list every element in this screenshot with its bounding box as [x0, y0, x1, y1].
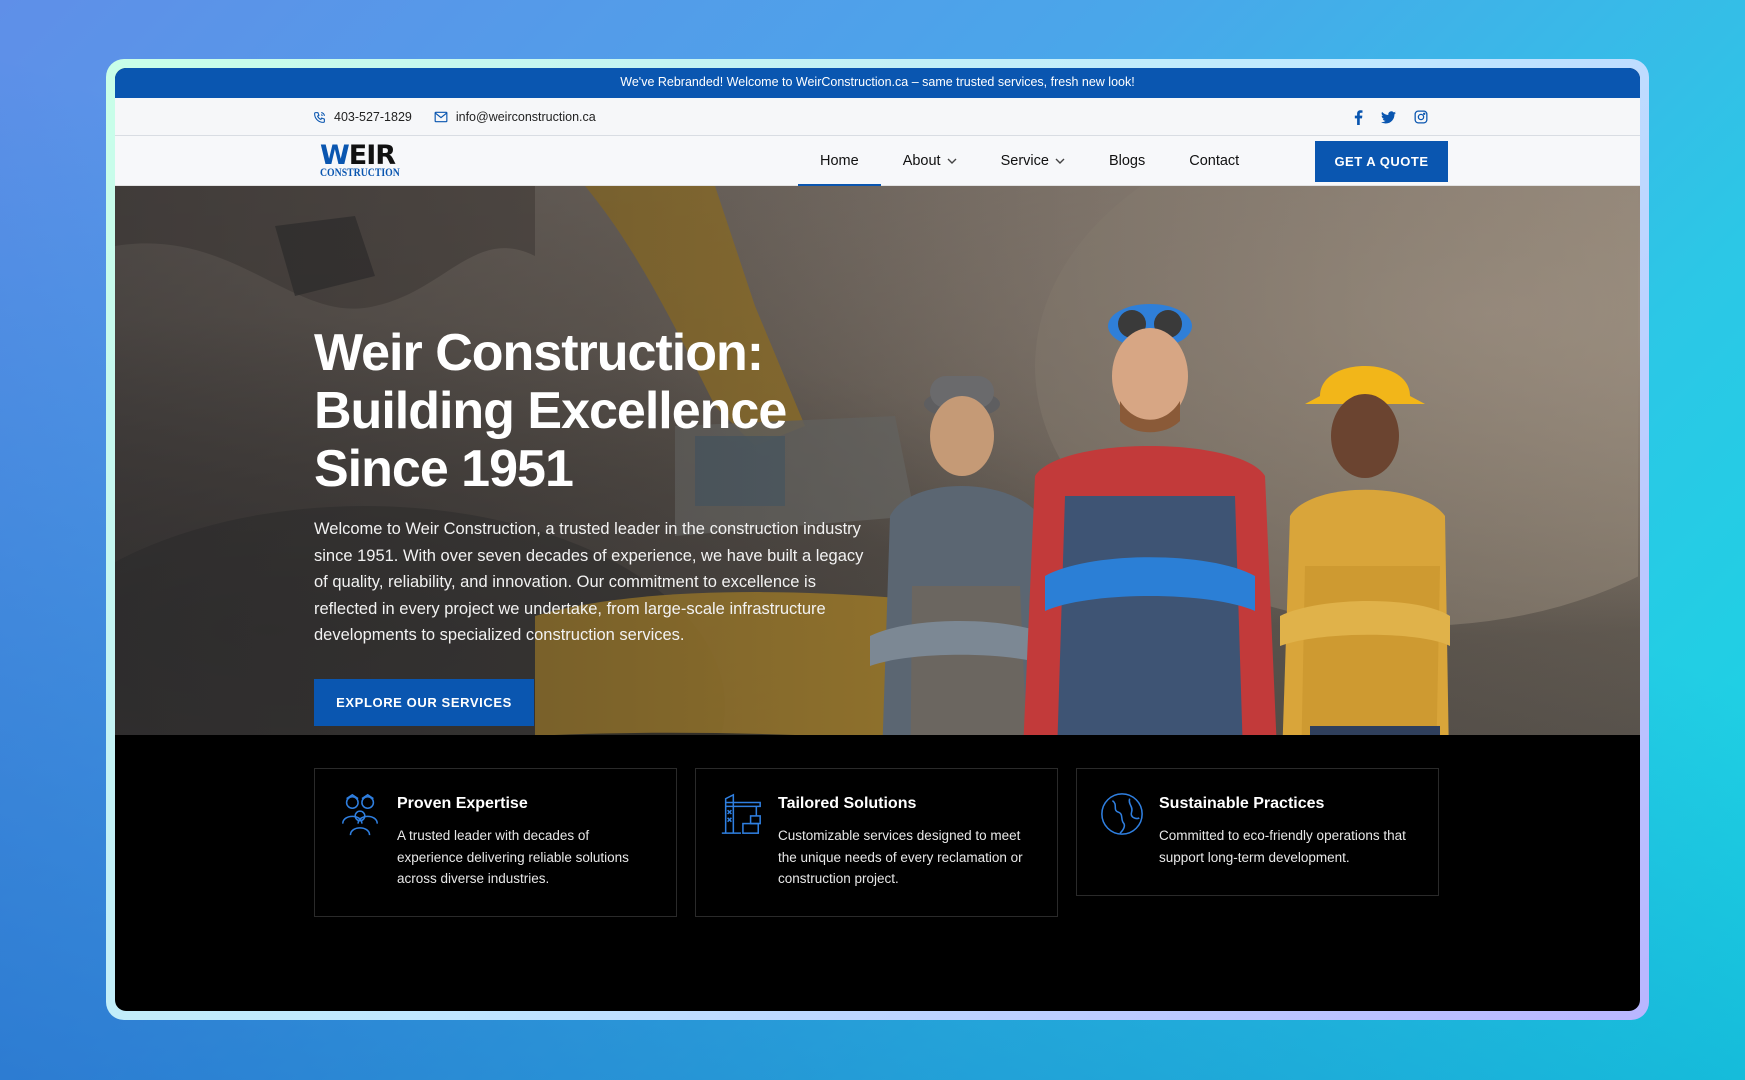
get-a-quote-button[interactable]: GET A QUOTE: [1315, 141, 1448, 182]
phone-number: 403-527-1829: [334, 110, 412, 124]
nav-label-contact: Contact: [1189, 153, 1240, 169]
website-window: We've Rebranded! Welcome to WeirConstruc…: [115, 68, 1640, 1011]
chevron-down-icon: [947, 158, 957, 165]
hero-section: Weir Construction: Building Excellence S…: [115, 186, 1640, 820]
weir-logo[interactable]: W EIR CONSTRUCTION: [320, 140, 400, 180]
nav-label-blogs: Blogs: [1108, 153, 1146, 169]
nav-item-home[interactable]: Home: [798, 136, 881, 186]
instagram-icon[interactable]: [1414, 110, 1428, 124]
social-links: [1354, 98, 1428, 136]
nav-menu: Home About Service Blogs Contact: [798, 136, 1261, 186]
nav-item-blogs[interactable]: Blogs: [1087, 136, 1167, 186]
nav-item-service[interactable]: Service: [979, 136, 1087, 186]
email-contact[interactable]: info@weirconstruction.ca: [434, 110, 596, 124]
main-navbar: W EIR CONSTRUCTION Home About Service Bl…: [115, 136, 1640, 186]
phone-contact[interactable]: 403-527-1829: [313, 110, 412, 124]
team-icon: [337, 791, 383, 842]
feature-title: Proven Expertise: [397, 795, 528, 812]
crane-icon: [718, 791, 764, 842]
features-section: Proven Expertise A trusted leader with d…: [115, 735, 1640, 935]
hero-title: Weir Construction: Building Excellence S…: [314, 324, 874, 498]
envelope-icon: [434, 111, 448, 123]
logo-subtitle: CONSTRUCTION: [320, 167, 400, 179]
feature-card-sustainable-practices: Sustainable Practices Committed to eco-f…: [1076, 768, 1439, 896]
nav-label-about: About: [902, 153, 941, 169]
contact-topbar: 403-527-1829 info@weirconstruction.ca: [115, 98, 1640, 136]
logo-rest-letters: EIR: [348, 140, 396, 171]
contact-info: 403-527-1829 info@weirconstruction.ca: [313, 98, 596, 136]
feature-description: Committed to eco-friendly operations tha…: [1159, 828, 1406, 865]
nav-label-service: Service: [1000, 153, 1049, 169]
feature-card-tailored-solutions: Tailored Solutions Customizable services…: [695, 768, 1058, 917]
feature-card-proven-expertise: Proven Expertise A trusted leader with d…: [314, 768, 677, 917]
hero-title-line-2: Building Excellence: [314, 382, 787, 440]
twitter-icon[interactable]: [1381, 110, 1396, 124]
nav-label-home: Home: [820, 153, 859, 169]
chevron-down-icon: [1055, 158, 1065, 165]
facebook-icon[interactable]: [1354, 109, 1363, 125]
explore-services-button[interactable]: EXPLORE OUR SERVICES: [314, 679, 534, 726]
globe-icon: [1099, 791, 1145, 842]
logo-w-letter: W: [320, 140, 350, 171]
browser-frame: We've Rebranded! Welcome to WeirConstruc…: [106, 59, 1649, 1020]
hero-title-line-1: Weir Construction:: [314, 324, 764, 382]
hero-title-line-3: Since 1951: [314, 440, 574, 498]
feature-title: Sustainable Practices: [1159, 795, 1325, 812]
feature-description: A trusted leader with decades of experie…: [397, 828, 629, 886]
logo-wordmark: W EIR: [320, 140, 396, 171]
nav-item-contact[interactable]: Contact: [1167, 136, 1261, 186]
nav-item-about[interactable]: About: [881, 136, 979, 186]
hero-description: Welcome to Weir Construction, a trusted …: [314, 520, 864, 644]
feature-description: Customizable services designed to meet t…: [778, 828, 1023, 886]
phone-icon: [313, 111, 326, 124]
announcement-bar: We've Rebranded! Welcome to WeirConstruc…: [115, 68, 1640, 98]
email-address: info@weirconstruction.ca: [455, 110, 596, 124]
feature-title: Tailored Solutions: [778, 795, 917, 812]
